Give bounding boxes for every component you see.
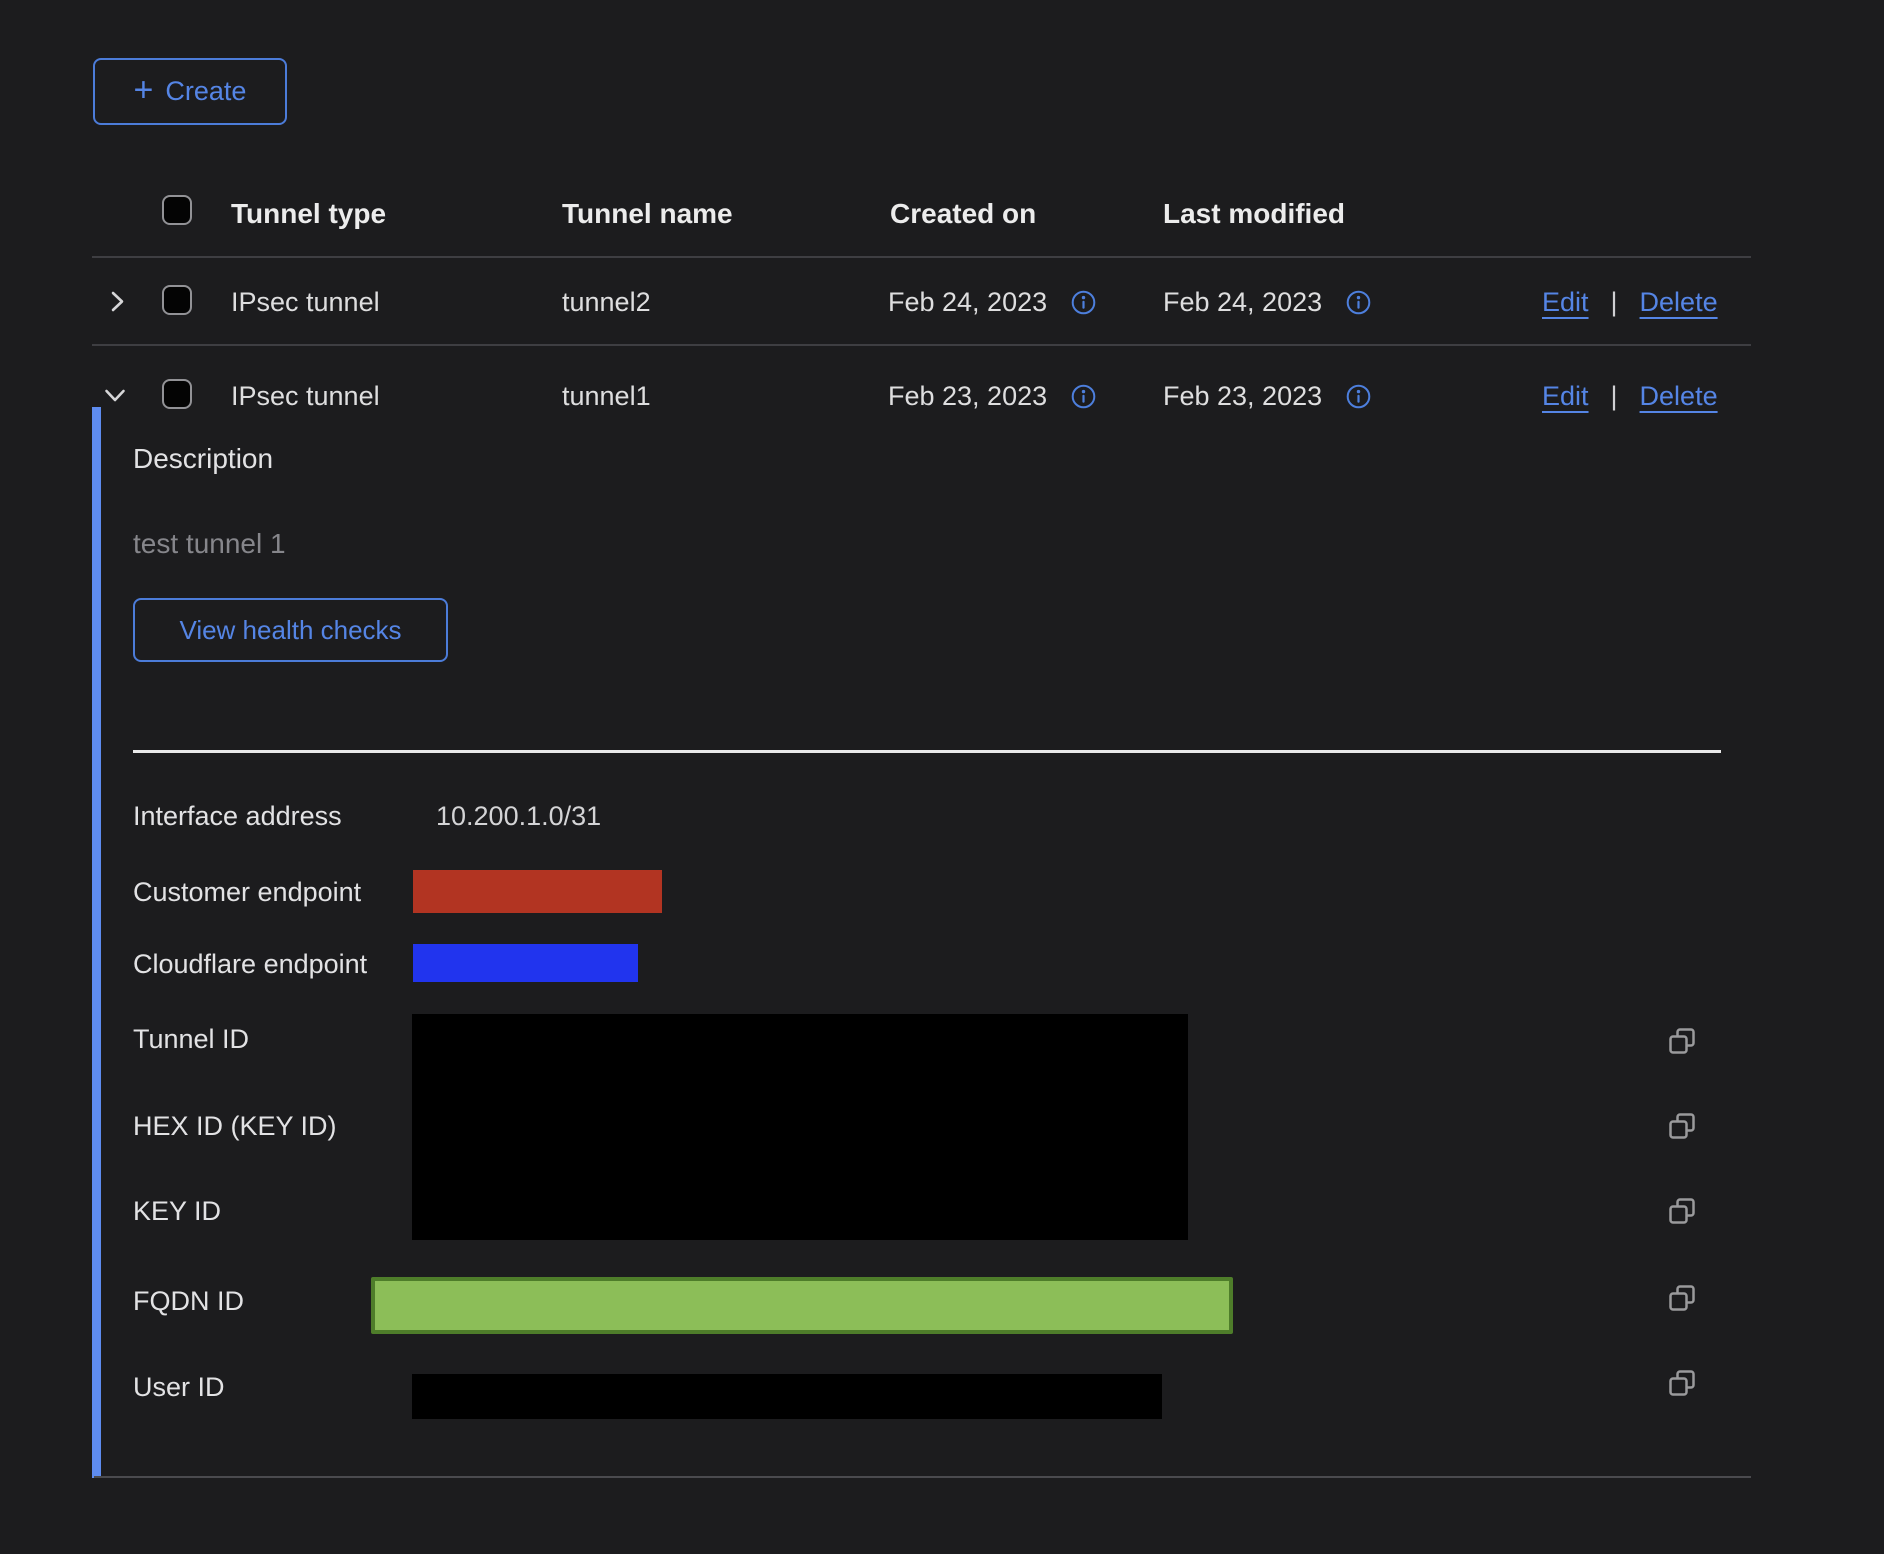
row-divider — [92, 344, 1751, 346]
delete-link[interactable]: Delete — [1640, 381, 1718, 412]
header-tunnel-name: Tunnel name — [562, 198, 733, 230]
tunnel-name-cell: tunnel2 — [562, 287, 651, 318]
tunnel-type-cell: IPsec tunnel — [231, 381, 380, 412]
created-date: Feb 23, 2023 — [888, 381, 1047, 412]
expanded-row-accent-bar — [92, 407, 101, 1478]
created-date: Feb 24, 2023 — [888, 287, 1047, 318]
customer-endpoint-label: Customer endpoint — [133, 877, 361, 908]
header-last-modified: Last modified — [1163, 198, 1345, 230]
view-health-checks-button[interactable]: View health checks — [133, 598, 448, 662]
tunnel-name-cell: tunnel1 — [562, 381, 651, 412]
copy-user-id-button[interactable] — [1666, 1368, 1698, 1398]
tunnels-page: + Create Tunnel type Tunnel name Created… — [0, 0, 1884, 1554]
header-created-on: Created on — [890, 198, 1036, 230]
chevron-down-icon — [100, 381, 130, 410]
interface-address-label: Interface address — [133, 801, 342, 832]
edit-link[interactable]: Edit — [1542, 381, 1589, 412]
modified-date: Feb 23, 2023 — [1163, 381, 1322, 412]
row-checkbox[interactable] — [162, 285, 192, 315]
header-divider — [92, 256, 1751, 258]
user-id-label: User ID — [133, 1372, 225, 1403]
copy-hex-id-button[interactable] — [1666, 1111, 1698, 1141]
created-on-cell: Feb 23, 2023 — [888, 381, 1096, 412]
select-all-checkbox[interactable] — [162, 195, 192, 225]
last-modified-cell: Feb 23, 2023 — [1163, 381, 1371, 412]
info-icon[interactable] — [1346, 384, 1371, 409]
info-icon[interactable] — [1346, 290, 1371, 315]
create-button[interactable]: + Create — [93, 58, 287, 125]
cloudflare-endpoint-label: Cloudflare endpoint — [133, 949, 367, 980]
hex-id-label: HEX ID (KEY ID) — [133, 1111, 337, 1142]
create-button-label: Create — [165, 76, 246, 107]
copy-icon — [1666, 1026, 1698, 1056]
copy-icon — [1666, 1368, 1698, 1398]
copy-icon — [1666, 1111, 1698, 1141]
view-health-checks-label: View health checks — [179, 615, 401, 646]
key-id-label: KEY ID — [133, 1196, 221, 1227]
copy-tunnel-id-button[interactable] — [1666, 1026, 1698, 1056]
action-separator: | — [1611, 381, 1618, 412]
created-on-cell: Feb 24, 2023 — [888, 287, 1096, 318]
section-divider — [133, 750, 1721, 753]
copy-icon — [1666, 1283, 1698, 1313]
description-label: Description — [133, 443, 273, 475]
info-icon[interactable] — [1071, 290, 1096, 315]
customer-endpoint-redaction — [413, 870, 662, 913]
row-actions: Edit | Delete — [1542, 287, 1718, 318]
copy-key-id-button[interactable] — [1666, 1196, 1698, 1226]
row-checkbox[interactable] — [162, 379, 192, 409]
delete-link[interactable]: Delete — [1640, 287, 1718, 318]
copy-icon — [1666, 1196, 1698, 1226]
ids-redaction — [412, 1014, 1188, 1240]
tunnel-id-label: Tunnel ID — [133, 1024, 249, 1055]
expanded-row-bottom-divider — [94, 1476, 1751, 1478]
plus-icon: + — [134, 73, 154, 107]
tunnel-type-cell: IPsec tunnel — [231, 287, 380, 318]
interface-address-value: 10.200.1.0/31 — [436, 801, 601, 832]
cloudflare-endpoint-redaction — [413, 944, 638, 982]
modified-date: Feb 24, 2023 — [1163, 287, 1322, 318]
chevron-right-icon — [103, 287, 132, 316]
info-icon[interactable] — [1071, 384, 1096, 409]
collapse-row-button[interactable] — [100, 381, 130, 410]
edit-link[interactable]: Edit — [1542, 287, 1589, 318]
action-separator: | — [1611, 287, 1618, 318]
header-tunnel-type: Tunnel type — [231, 198, 386, 230]
row-actions: Edit | Delete — [1542, 381, 1718, 412]
copy-fqdn-id-button[interactable] — [1666, 1283, 1698, 1313]
description-value: test tunnel 1 — [133, 528, 286, 560]
last-modified-cell: Feb 24, 2023 — [1163, 287, 1371, 318]
user-id-redaction — [412, 1374, 1162, 1419]
expand-row-button[interactable] — [103, 287, 132, 316]
fqdn-id-label: FQDN ID — [133, 1286, 244, 1317]
fqdn-id-redaction — [371, 1277, 1233, 1334]
